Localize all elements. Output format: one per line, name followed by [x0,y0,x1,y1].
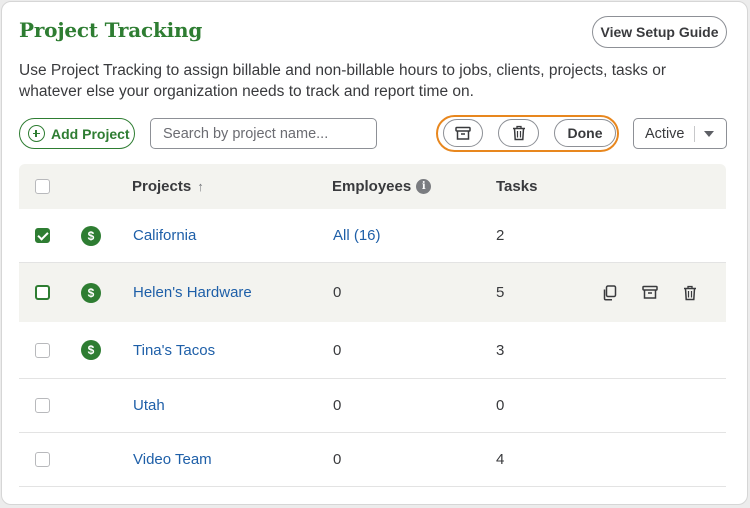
row-checkbox[interactable] [35,285,50,300]
select-all-checkbox[interactable] [35,179,50,194]
table-header: Projects ↑ Employees i Tasks [19,164,726,209]
tasks-count: 3 [496,341,505,359]
dollar-icon: $ [81,225,101,246]
page-description: Use Project Tracking to assign billable … [19,62,667,100]
delete-button[interactable] [498,119,539,147]
table-row[interactable]: Video Team 0 4 [19,433,726,487]
projects-header-label: Projects [132,178,192,195]
table-row[interactable]: $ Tina's Tacos 0 3 [19,322,726,379]
table-row[interactable]: Utah 0 0 [19,379,726,433]
done-button[interactable]: Done [554,119,616,147]
employees-link[interactable]: All (16) [333,227,381,244]
plus-circle-icon [28,125,45,142]
add-project-button[interactable]: Add Project [19,118,135,149]
archive-button[interactable] [443,119,483,147]
status-filter-value: Active [645,125,685,142]
project-search-input[interactable] [150,118,377,149]
row-checkbox[interactable] [35,342,50,358]
employees-header-label: Employees [332,178,412,195]
page-title: Project Tracking [19,18,203,42]
add-project-label: Add Project [51,125,130,142]
copy-icon[interactable] [600,284,618,302]
tasks-count: 5 [496,284,505,301]
project-name-link[interactable]: Utah [133,397,165,414]
archive-icon [455,126,471,140]
info-icon[interactable]: i [416,179,432,194]
row-checkbox[interactable] [35,452,50,467]
trash-icon [512,125,525,141]
tasks-count: 2 [496,227,505,244]
employees-count: 0 [333,284,342,301]
project-name-link[interactable]: California [133,227,196,244]
dollar-icon: $ [81,340,101,360]
tasks-header-label: Tasks [496,178,538,195]
tasks-count: 0 [496,397,505,414]
status-filter-select[interactable]: Active [633,118,727,149]
arrow-up-icon: ↑ [197,179,204,194]
archive-icon[interactable] [641,284,659,302]
select-all-cell [35,164,50,209]
view-setup-guide-button[interactable]: View Setup Guide [592,16,727,48]
projects-table: Projects ↑ Employees i Tasks $ Californi… [19,164,726,487]
bulk-action-group: Done [436,115,619,152]
project-name-link[interactable]: Video Team [133,451,212,468]
trash-icon[interactable] [681,284,699,302]
select-divider [694,126,695,142]
project-tracking-panel: Project Tracking View Setup Guide Use Pr… [1,1,748,505]
row-checkbox[interactable] [35,228,50,243]
chevron-down-icon [704,131,714,137]
tasks-column-header: Tasks [496,164,537,209]
project-name-link[interactable]: Helen's Hardware [133,284,252,301]
project-name-link[interactable]: Tina's Tacos [133,342,215,359]
employees-count: 0 [333,397,342,414]
dollar-icon: $ [81,282,101,303]
employees-count: 0 [333,341,342,359]
table-row[interactable]: $ California All (16) 2 [19,209,726,263]
employees-count: 0 [333,451,342,468]
row-checkbox[interactable] [35,398,50,413]
table-row[interactable]: $ Helen's Hardware 0 5 [19,263,726,322]
employees-column-header: Employees i [332,164,432,209]
projects-column-header[interactable]: Projects ↑ [132,164,204,209]
tasks-count: 4 [496,451,505,468]
